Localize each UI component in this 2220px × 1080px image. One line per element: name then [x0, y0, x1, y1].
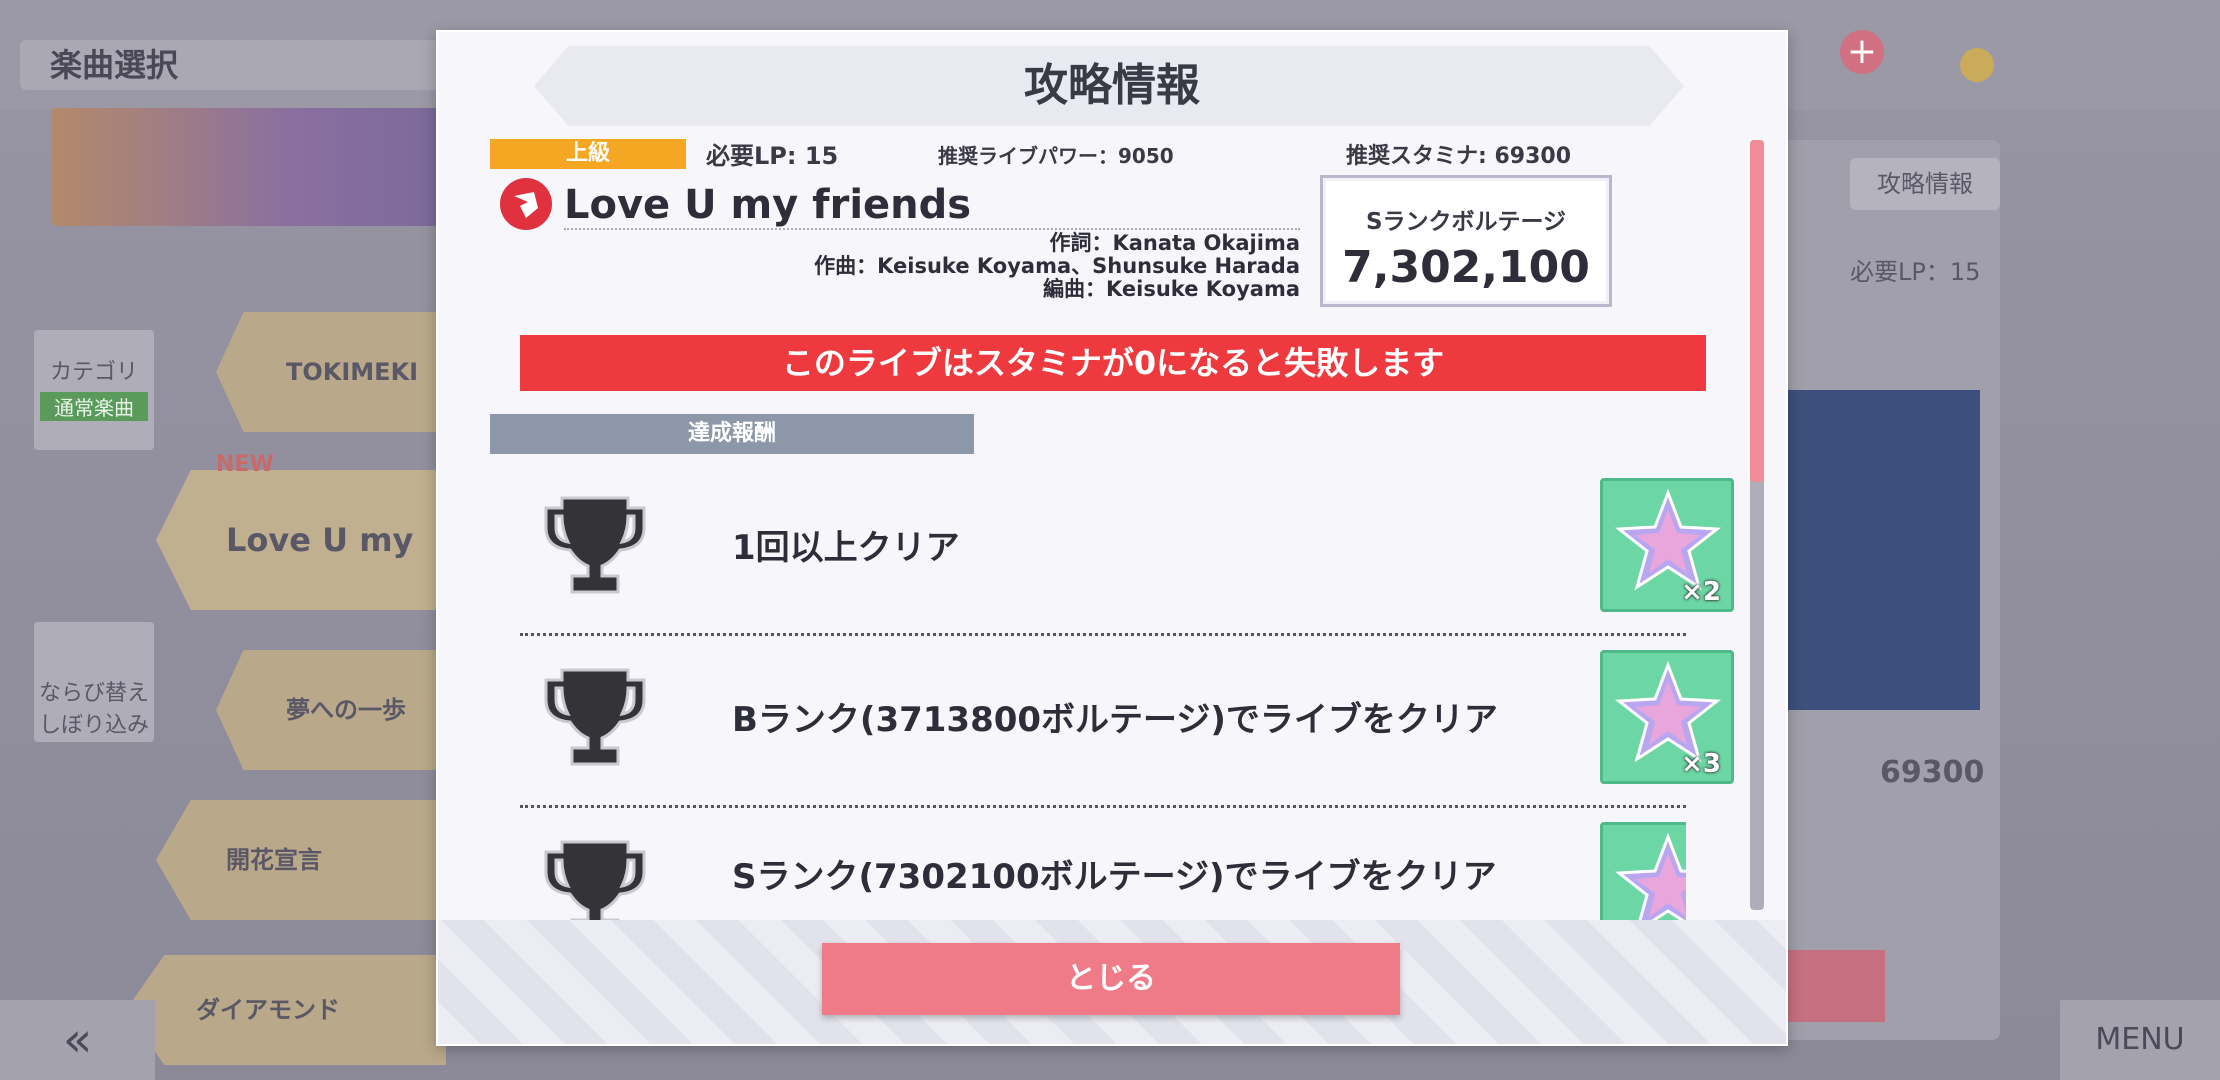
new-badge: NEW — [216, 452, 274, 477]
reward-item[interactable] — [1600, 822, 1686, 920]
close-button[interactable]: とじる — [822, 943, 1400, 1015]
song-name: ダイアモンド — [196, 996, 340, 1024]
song-item[interactable]: ダイアモンド — [126, 955, 446, 1065]
lyricist: 作詞：Kanata Okajima — [1049, 231, 1300, 255]
reward-divider — [520, 805, 1686, 808]
sort-filter-label: ならび替え しぼり込み — [38, 681, 149, 738]
sort-filter-button[interactable]: ならび替え しぼり込み — [34, 622, 154, 742]
strategy-info-dialog: 攻略情報 上級 必要LP: 15 推奨ライブパワー：9050 推奨スタミナ: 6… — [436, 30, 1788, 1046]
dialog-title: 攻略情報 — [1024, 60, 1200, 111]
voltage-value: 7,302,100 — [1342, 242, 1590, 293]
reward-quantity: ×3 — [1681, 749, 1721, 779]
category-label: カテゴリ — [49, 360, 138, 385]
category-button[interactable]: カテゴリ 通常楽曲 — [34, 330, 154, 450]
song-item[interactable]: TOKIMEKI Run — [216, 312, 446, 432]
s-rank-voltage-box: Sランクボルテージ 7,302,100 — [1320, 175, 1612, 307]
reward-quantity: ×2 — [1681, 577, 1721, 607]
strategy-info-button[interactable]: 攻略情報 — [1850, 158, 2000, 210]
song-jacket-image — [1780, 390, 1980, 710]
rewards-header: 達成報酬 — [490, 414, 974, 454]
song-credits: 作詞：Kanata Okajima 作曲：Keisuke Koyama、Shun… — [798, 232, 1300, 301]
reward-condition: Bランク(3713800ボルテージ)でライブをクリア — [732, 700, 1498, 740]
screen-title: 楽曲選択 — [20, 40, 440, 90]
song-item[interactable]: 夢への一歩 — [216, 650, 446, 770]
reward-divider — [520, 633, 1686, 636]
panel-stamina: 69300 — [1880, 755, 1985, 790]
reward-condition: Sランク(7302100ボルテージ)でライブをクリア — [732, 857, 1497, 897]
song-name: 開花宣言 — [226, 846, 322, 874]
difficulty-badge: 上級 — [490, 139, 686, 169]
trophy-icon — [544, 840, 646, 920]
menu-button[interactable]: MENU — [2060, 1000, 2220, 1080]
voltage-label: Sランクボルテージ — [1365, 209, 1567, 235]
live-start-button[interactable] — [1780, 950, 1885, 1022]
song-item[interactable]: 開花宣言 — [156, 800, 446, 920]
song-title: Love U my friends — [564, 182, 972, 228]
trophy-icon — [544, 668, 646, 766]
scrollbar-thumb[interactable] — [1750, 140, 1764, 482]
reward-row: Sランク(7302100ボルテージ)でライブをクリア — [520, 822, 1686, 920]
recommended-live-power: 推奨ライブパワー：9050 — [938, 144, 1174, 168]
required-lp: 必要LP: 15 — [706, 142, 839, 170]
back-button[interactable]: « — [0, 1000, 155, 1080]
event-banner[interactable] — [52, 108, 452, 226]
category-value: 通常楽曲 — [40, 392, 148, 421]
song-item-selected[interactable]: Love U my fri — [156, 470, 446, 610]
add-button[interactable]: + — [1840, 30, 1884, 74]
song-name: 夢への一歩 — [286, 696, 406, 724]
composer: 作曲：Keisuke Koyama、Shunsuke Harada — [814, 254, 1300, 278]
attribute-icon — [500, 178, 552, 230]
title-underline — [564, 228, 1300, 230]
recommended-stamina: 推奨スタミナ: 69300 — [1346, 144, 1571, 169]
arranger: 編曲：Keisuke Koyama — [1043, 277, 1300, 301]
reward-item[interactable]: ×3 — [1600, 650, 1734, 784]
star-gem-icon — [1614, 832, 1686, 920]
reward-condition: 1回以上クリア — [732, 528, 960, 568]
reward-row: 1回以上クリア ×2 — [520, 478, 1734, 618]
panel-required-lp: 必要LP：15 — [1850, 258, 1981, 286]
reward-row: Bランク(3713800ボルテージ)でライブをクリア ×3 — [520, 650, 1734, 790]
coin-icon — [1960, 48, 1994, 82]
stamina-warning-banner: このライブはスタミナが0になると失敗します — [520, 335, 1706, 391]
reward-item[interactable]: ×2 — [1600, 478, 1734, 612]
trophy-icon — [544, 496, 646, 594]
